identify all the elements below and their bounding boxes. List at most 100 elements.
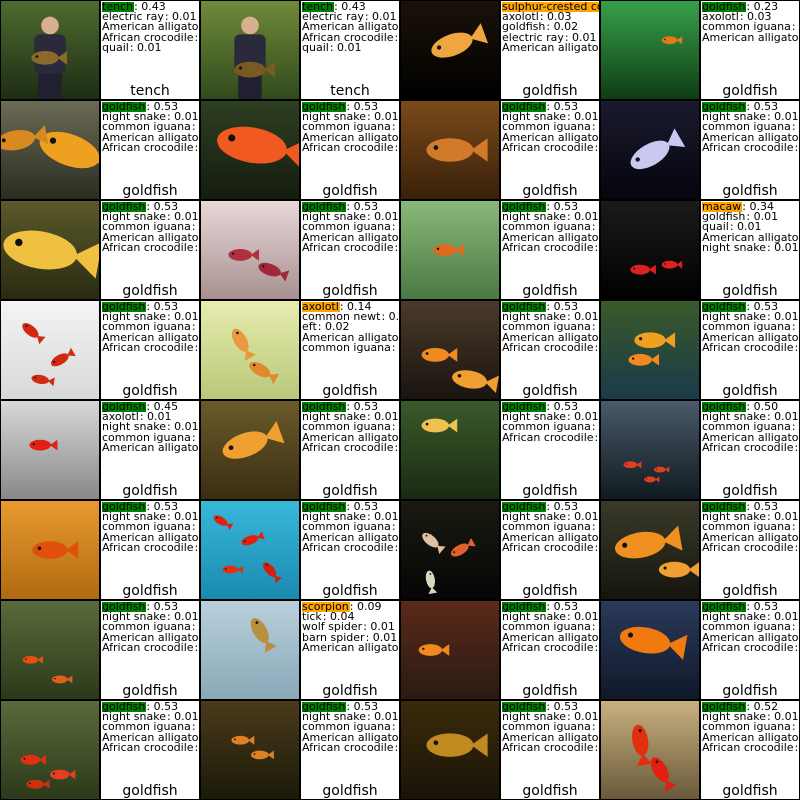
ground-truth-label: goldfish	[522, 183, 578, 199]
prediction-row: African crocodile: 0.01	[102, 142, 199, 153]
class-name: African crocodile	[502, 240, 594, 254]
ground-truth-label: goldfish	[522, 483, 578, 499]
top5-predictions: goldfish: 0.53 night snake: 0.01 common ig…	[502, 601, 599, 653]
prediction-row: quail: 0.01	[102, 40, 199, 54]
ground-truth-label: goldfish	[722, 83, 778, 99]
top5-predictions: goldfish: 0.53 night snake: 0.01 common ig…	[302, 201, 399, 254]
top5-predictions: tench: 0.43 electric ray: 0.01 American al…	[302, 1, 399, 53]
probability: : 0.01	[794, 440, 799, 454]
class-name: African crocodile	[502, 430, 594, 444]
prediction-panel: goldfish: 0.53 night snake: 0.01 common ig…	[300, 500, 400, 600]
image-thumbnail	[0, 300, 100, 400]
prediction-panel: scorpion: 0.09 tick: 0.04 wolf spider: 0.0…	[300, 600, 400, 700]
prediction-row: African crocodile: 0.01	[502, 340, 599, 354]
ground-truth-label: goldfish	[522, 283, 578, 299]
prediction-panel: goldfish: 0.53 night snake: 0.01 common ig…	[500, 100, 600, 200]
class-name: African crocodile	[702, 740, 794, 754]
top5-predictions: tench: 0.43 electric ray: 0.01 American al…	[102, 1, 199, 54]
class-name: quail	[102, 40, 129, 54]
top5-predictions: goldfish: 0.53 night snake: 0.01 common ig…	[702, 101, 799, 154]
ground-truth-label: goldfish	[522, 683, 578, 699]
class-name: African crocodile	[702, 640, 794, 654]
prediction-row: African crocodile: 0.01	[302, 240, 399, 254]
probability: : 0.01	[794, 540, 799, 554]
image-thumbnail	[400, 0, 500, 100]
top5-predictions: goldfish: 0.53 night snake: 0.01 common ig…	[702, 601, 799, 654]
prediction-panel: goldfish: 0.53 night snake: 0.01 common ig…	[700, 600, 800, 700]
top5-predictions: goldfish: 0.23 axolotl: 0.03 common iguana…	[702, 1, 800, 44]
ground-truth-label: goldfish	[722, 183, 778, 199]
probability: : 0.09	[349, 600, 382, 613]
class-name: African crocodile	[102, 240, 194, 254]
image-thumbnail	[400, 500, 500, 600]
image-thumbnail	[400, 400, 500, 500]
ground-truth-label: goldfish	[522, 783, 578, 799]
prediction-row: American alligator: 0.01	[502, 42, 599, 53]
image-thumbnail	[400, 600, 500, 700]
prediction-row: African crocodile: 0.01	[302, 542, 399, 553]
top5-predictions: goldfish: 0.53 night snake: 0.01 common ig…	[702, 301, 799, 353]
image-thumbnail	[0, 200, 100, 300]
image-thumbnail	[200, 100, 300, 200]
top5-predictions: goldfish: 0.53 night snake: 0.01 common ig…	[502, 201, 599, 254]
ground-truth-label: goldfish	[322, 283, 378, 299]
class-name: African crocodile	[702, 540, 794, 554]
top5-predictions: goldfish: 0.52 night snake: 0.01 common ig…	[702, 701, 799, 754]
prediction-panel: axolotl: 0.14common newt: 0.1eft: 0.02Am…	[300, 300, 400, 400]
prediction-row: African crocodile: 0.01	[702, 440, 799, 454]
image-thumbnail	[600, 500, 700, 600]
prediction-row: African crocodile: 0.01	[102, 540, 199, 554]
prediction-panel: goldfish: 0.53 night snake: 0.01 common ig…	[100, 100, 200, 200]
class-name: American alligator	[302, 640, 400, 654]
ground-truth-label: goldfish	[322, 783, 378, 799]
image-thumbnail	[200, 700, 300, 800]
top5-predictions: scorpion: 0.09 tick: 0.04 wolf spider: 0.0…	[302, 600, 400, 654]
image-thumbnail	[400, 100, 500, 200]
image-thumbnail	[600, 300, 700, 400]
class-name: African crocodile	[102, 540, 194, 554]
probability: : 0.01	[794, 140, 799, 154]
ground-truth-label: goldfish	[122, 283, 178, 299]
probability: : 0.01	[391, 340, 399, 354]
prediction-row: African crocodile: 0.01	[502, 430, 599, 444]
prediction-panel: goldfish: 0.53 night snake: 0.01 common ig…	[700, 100, 800, 200]
ground-truth-label: goldfish	[522, 383, 578, 399]
prediction-panel: tench: 0.43 electric ray: 0.01 American al…	[300, 0, 400, 100]
prediction-panel: goldfish: 0.45 axolotl: 0.01 night snake: …	[100, 400, 200, 500]
class-name: common iguana	[302, 340, 391, 354]
class-name: African crocodile	[502, 340, 594, 354]
ground-truth-label: goldfish	[722, 683, 778, 699]
prediction-panel: goldfish: 0.53 night snake: 0.01 common ig…	[100, 200, 200, 300]
prediction-panel: goldfish: 0.53 night snake: 0.01 common ig…	[300, 700, 400, 800]
ground-truth-label: goldfish	[722, 783, 778, 799]
image-thumbnail	[400, 300, 500, 400]
class-name: African crocodile	[302, 240, 394, 254]
ground-truth-label: goldfish	[122, 483, 178, 499]
class-name: African crocodile	[102, 340, 194, 354]
ground-truth-label: goldfish	[322, 383, 378, 399]
top5-predictions: sulphur-crested cockatoo: 0.03axolotl: 0…	[502, 1, 599, 53]
ground-truth-label: goldfish	[322, 683, 378, 699]
image-thumbnail	[600, 400, 700, 500]
top5-predictions: goldfish: 0.53 night snake: 0.01 common ig…	[502, 701, 599, 753]
top5-predictions: axolotl: 0.14common newt: 0.1eft: 0.02Am…	[302, 301, 399, 354]
prediction-row: quail: 0.01	[302, 42, 399, 53]
prediction-panel: goldfish: 0.50 night snake: 0.01 common ig…	[700, 400, 800, 500]
class-name: American alligator	[702, 30, 800, 44]
prediction-panel: goldfish: 0.53 night snake: 0.01 common ig…	[300, 200, 400, 300]
image-thumbnail	[600, 600, 700, 700]
prediction-panel: goldfish: 0.23 axolotl: 0.03 common iguana…	[700, 0, 800, 100]
prediction-row: African crocodile: 0.01	[102, 642, 199, 653]
class-name: African crocodile	[702, 440, 794, 454]
ground-truth-label: goldfish	[322, 183, 378, 199]
prediction-panel: goldfish: 0.53 night snake: 0.01 common ig…	[100, 500, 200, 600]
probability: : 0.01	[794, 740, 799, 754]
ground-truth-label: goldfish	[522, 83, 578, 99]
ground-truth-label: goldfish	[522, 583, 578, 599]
ground-truth-label: goldfish	[322, 583, 378, 599]
ground-truth-label: goldfish	[722, 483, 778, 499]
top5-predictions: goldfish: 0.53 night snake: 0.01 common ig…	[502, 401, 599, 444]
ground-truth-label: goldfish	[122, 183, 178, 199]
top5-predictions: goldfish: 0.53 night snake: 0.01 common ig…	[102, 101, 199, 153]
prediction-row: African crocodile: 0.01	[502, 240, 599, 254]
